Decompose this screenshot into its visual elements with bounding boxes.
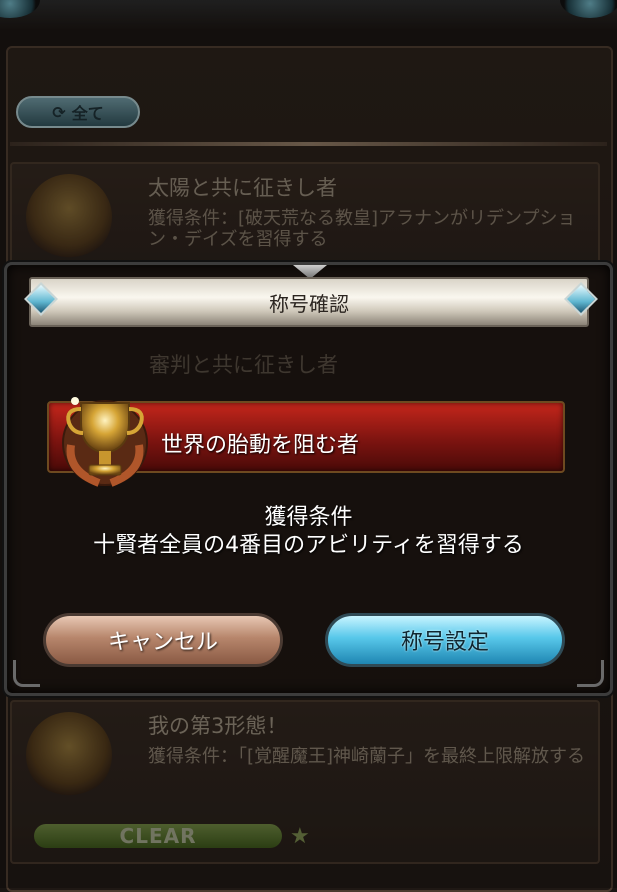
dialog-header: 称号確認 xyxy=(29,277,589,327)
selected-title-name: 世界の胎動を阻む者 xyxy=(161,433,360,458)
trophy-icon xyxy=(62,397,148,487)
dialog-title: 称号確認 xyxy=(269,291,349,316)
cancel-button[interactable]: キャンセル xyxy=(43,613,283,667)
title-confirm-dialog: 称号確認 審判と共に征きし者 世界の胎動を阻む者 獲得条件 十賢者全員の4番目の… xyxy=(4,262,613,696)
set-title-button-label: 称号設定 xyxy=(400,630,489,655)
background-title-ghost: 審判と共に征きし者 xyxy=(149,353,338,377)
corner-ornament xyxy=(577,660,604,687)
set-title-button[interactable]: 称号設定 xyxy=(325,613,565,667)
condition-text: 十賢者全員の4番目のアビリティを習得する xyxy=(93,533,524,558)
corner-ornament xyxy=(13,660,40,687)
cancel-button-label: キャンセル xyxy=(107,630,218,655)
